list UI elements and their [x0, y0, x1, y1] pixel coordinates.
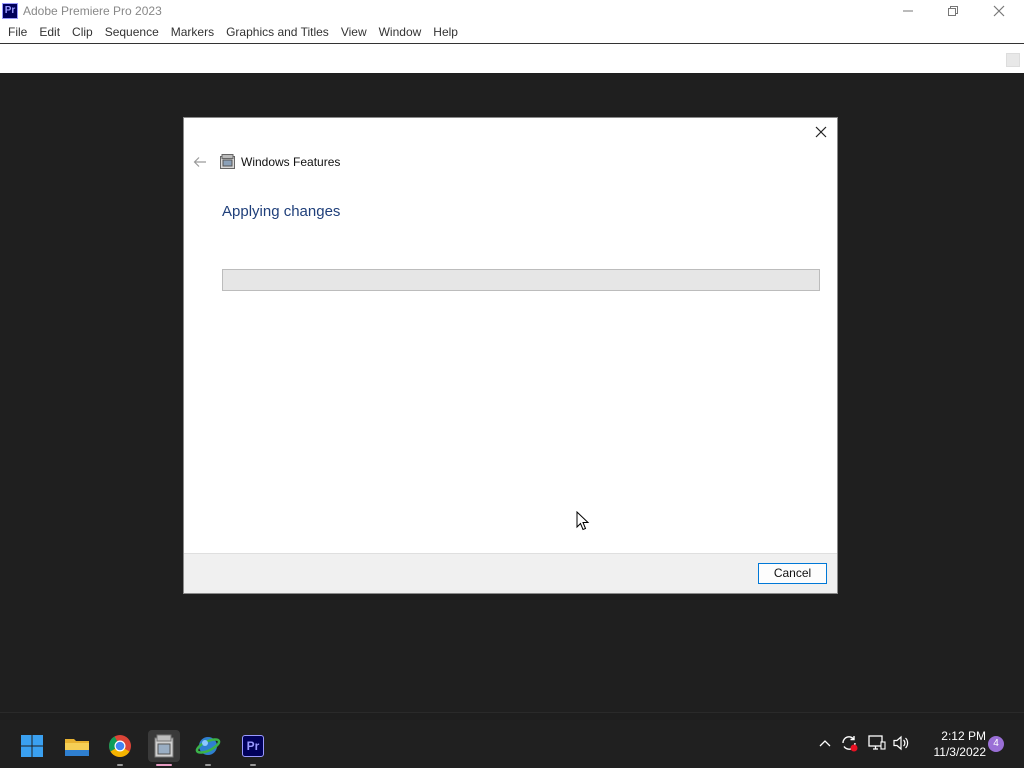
taskbar: Pr 2:12 PM 11/3/2022 4: [0, 720, 1024, 768]
menu-sequence[interactable]: Sequence: [99, 22, 165, 43]
cancel-button[interactable]: Cancel: [758, 563, 827, 584]
clock-time: 2:12 PM: [941, 729, 986, 743]
chevron-up-icon: [819, 740, 831, 747]
menu-file[interactable]: File: [2, 22, 33, 43]
minimize-icon: [903, 10, 913, 12]
taskbar-file-explorer[interactable]: [61, 730, 93, 762]
taskbar-premiere-pro[interactable]: Pr: [237, 730, 269, 766]
menu-view[interactable]: View: [335, 22, 373, 43]
sync-status-button[interactable]: [840, 734, 858, 752]
show-hidden-icons-button[interactable]: [816, 734, 834, 752]
close-window-button[interactable]: [976, 0, 1022, 22]
dialog-close-button[interactable]: [811, 122, 831, 142]
taskbar-chrome[interactable]: [104, 730, 136, 766]
volume-icon: [893, 735, 909, 751]
minimize-button[interactable]: [885, 0, 931, 22]
dialog-heading: Applying changes: [222, 203, 341, 220]
app-title-bar: Pr Adobe Premiere Pro 2023: [0, 0, 1024, 22]
app-title: Adobe Premiere Pro 2023: [23, 4, 162, 18]
progress-bar: [222, 269, 820, 291]
taskbar-network-app[interactable]: [192, 730, 224, 766]
toolbar-overflow-button[interactable]: [1006, 53, 1020, 67]
close-icon: [815, 126, 827, 138]
back-button[interactable]: [192, 154, 208, 170]
chrome-icon: [109, 735, 131, 757]
dialog-footer: Cancel: [184, 553, 837, 593]
mouse-cursor-icon: [576, 511, 590, 531]
restore-icon: [948, 6, 958, 16]
start-icon: [21, 735, 43, 757]
menu-edit[interactable]: Edit: [33, 22, 66, 43]
start-button[interactable]: [16, 730, 48, 762]
menu-markers[interactable]: Markers: [165, 22, 220, 43]
menu-graphics-and-titles[interactable]: Graphics and Titles: [220, 22, 335, 43]
windows-features-icon: [154, 734, 174, 758]
running-indicator: [250, 764, 256, 766]
menu-bar: File Edit Clip Sequence Markers Graphics…: [0, 22, 1024, 43]
back-arrow-icon: [193, 157, 206, 167]
running-indicator: [117, 764, 123, 766]
sync-alert-icon: [842, 736, 858, 752]
close-icon: [993, 5, 1005, 17]
running-indicator: [205, 764, 211, 766]
volume-button[interactable]: [892, 734, 910, 752]
windows-features-icon: [220, 154, 235, 169]
file-explorer-icon: [65, 739, 89, 756]
restore-button[interactable]: [930, 0, 976, 22]
workspace-divider: [0, 712, 1024, 713]
menu-help[interactable]: Help: [427, 22, 464, 43]
network-app-icon: [195, 737, 221, 755]
premiere-pro-app-icon: Pr: [2, 3, 18, 19]
network-button[interactable]: [868, 734, 886, 752]
windows-features-dialog: Windows Features Applying changes Cancel: [183, 117, 838, 594]
clock-date: 11/3/2022: [933, 745, 987, 759]
taskbar-windows-features[interactable]: [148, 730, 180, 766]
premiere-pro-icon: Pr: [242, 735, 264, 757]
menu-window[interactable]: Window: [373, 22, 428, 43]
notification-badge[interactable]: 4: [988, 736, 1004, 752]
menu-clip[interactable]: Clip: [66, 22, 99, 43]
network-icon: [868, 735, 886, 750]
workspace-toolbar: [0, 44, 1024, 73]
dialog-title: Windows Features: [241, 155, 341, 169]
clock[interactable]: 2:12 PM 11/3/2022: [916, 728, 987, 760]
active-indicator: [156, 764, 172, 766]
